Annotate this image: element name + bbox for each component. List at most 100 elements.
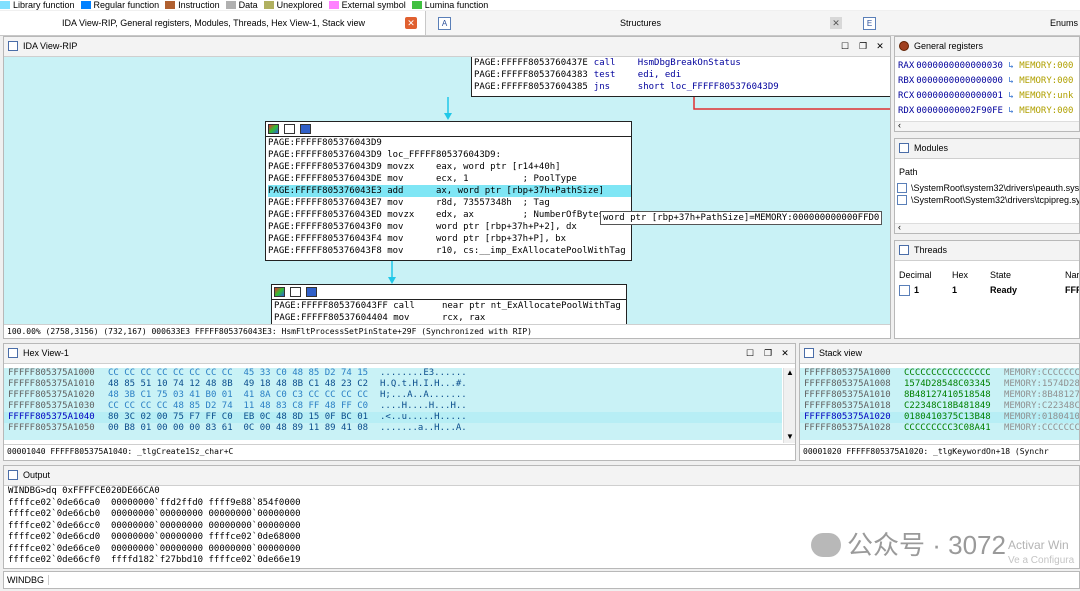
asm-line[interactable]: PAGE:FFFFF805376043E7 mov r8d, 73557348h… [268, 197, 631, 209]
color-icon[interactable] [274, 287, 285, 297]
module-row[interactable]: \SystemRoot\system32\drivers\peauth.sys [897, 182, 1079, 194]
hex-row[interactable]: FFFFF805375A1030 CC CC CC CC 48 85 D2 74 … [4, 401, 782, 412]
asm-line[interactable]: PAGE:FFFFF805376043FF call near ptr nt_E… [274, 300, 626, 312]
stack-row[interactable]: FFFFF805375A1028 CCCCCCCCC3C08A41 MEMORY:C… [800, 423, 1079, 434]
register-value[interactable]: 0000000000000000 [916, 76, 1003, 86]
register-row[interactable]: RDX 00000000002F90FE ↳ MEMORY:000 [895, 104, 1079, 119]
command-label[interactable]: WINDBG [7, 575, 49, 585]
command-input[interactable] [48, 573, 1068, 587]
hex-row[interactable]: FFFFF805375A1000 CC CC CC CC CC CC CC CC … [4, 368, 782, 379]
hex-row[interactable]: FFFFF805375A1040 80 3C 02 00 75 F7 FF C0 … [4, 412, 782, 423]
maximize-icon[interactable]: ☐ [838, 37, 852, 56]
asm-operands: edi, edi [637, 70, 682, 80]
asm-line[interactable]: PAGE:FFFFF805376043D9 [268, 137, 631, 149]
asm-line[interactable]: PAGE:FFFFF8053760437E call HsmDbgBreakOnSt… [474, 57, 890, 69]
stack-row[interactable]: FFFFF805375A1008 1574D28548C03345 MEMORY:1… [800, 379, 1080, 390]
hex-row[interactable]: FFFFF805375A1050 00 B8 01 00 00 00 83 61 … [4, 423, 782, 434]
hex-scrollbar[interactable]: ▲ ▼ [783, 368, 795, 443]
graph-icon[interactable] [306, 287, 318, 297]
registers-scrollbar[interactable]: ‹ [895, 120, 1079, 131]
edit-icon[interactable] [284, 124, 296, 134]
thread-row[interactable]: 1 1 Ready FFFF [895, 284, 1079, 297]
graph-node-bottom[interactable]: PAGE:FFFFF805376043FF call near ptr nt_E… [271, 284, 627, 326]
register-value[interactable]: 00000000002F90FE [916, 106, 1003, 116]
hex-bytes[interactable]: 48 85 51 10 74 12 48 8B 49 18 48 8B C1 4… [108, 379, 380, 390]
operand-tooltip: word ptr [rbp+37h+PathSize]=MEMORY:00000… [600, 211, 883, 225]
module-path: \SystemRoot\System32\drivers\tcpipreg.sy… [911, 195, 1080, 205]
scroll-up-icon[interactable]: ▲ [786, 368, 794, 377]
register-row[interactable]: RCX 0000000000000001 ↳ MEMORY:unk [895, 89, 1079, 104]
threads-col-hex: Hex [952, 270, 969, 280]
tab-enums-label: Enums [1050, 18, 1079, 28]
asm-line[interactable]: PAGE:FFFFF80537604385 jns short loc_FFFFF8… [474, 81, 890, 93]
top-block-lines: PAGE:FFFFF8053760437E call HsmDbgBreakOnSt… [472, 57, 890, 93]
hex-row[interactable]: FFFFF805375A1020 48 3B C1 75 03 41 B0 01 … [4, 390, 782, 401]
tab-structures[interactable]: A Structures ✕ [430, 11, 850, 35]
maximize-icon[interactable]: ☐ [743, 344, 757, 363]
output-log[interactable]: WINDBG>dq 0xFFFFCE020DE66CA0 ffffce02`0de… [8, 486, 788, 568]
hex-bytes[interactable]: 48 3B C1 75 03 41 B0 01 41 8A C0 C3 CC C… [108, 390, 380, 401]
scroll-left-icon[interactable]: ‹ [898, 120, 901, 130]
node-toolbar [272, 285, 626, 300]
stack-ref: MEMORY:1574D285 [1004, 379, 1080, 389]
legend-item: Data [225, 0, 258, 10]
stack-value[interactable]: 0180410375C13B48 [904, 412, 1004, 423]
register-value[interactable]: 0000000000000030 [916, 61, 1003, 71]
stack-row[interactable]: FFFFF805375A1018 C22348C18B481849 MEMORY:C… [800, 401, 1079, 412]
scroll-down-icon[interactable]: ▼ [786, 432, 794, 441]
asm-line[interactable]: PAGE:FFFFF805376043ED movzx edx, ax ; Nu… [268, 209, 631, 221]
graph-canvas[interactable]: PAGE:FFFFF8053760437E call HsmDbgBreakOnSt… [4, 57, 890, 326]
asm-line[interactable]: PAGE:FFFFF805376043D9 loc_FFFFF805376043… [268, 149, 631, 161]
graph-node-mid[interactable]: PAGE:FFFFF805376043D9 PAGE:FFFFF805376043… [265, 121, 632, 261]
close-icon[interactable]: ✕ [873, 37, 887, 56]
tab-enums[interactable]: E Enums [855, 11, 1080, 35]
stack-value[interactable]: 1574D28548C03345 [904, 379, 1004, 390]
stack-row[interactable]: FFFFF805375A1010 8B48127410518548 MEMORY:8… [800, 390, 1079, 401]
close-icon[interactable]: ✕ [405, 17, 417, 29]
asm-line[interactable]: PAGE:FFFFF805376043DE mov ecx, 1 ; PoolT… [268, 173, 631, 185]
graph-node-top[interactable]: PAGE:FFFFF8053760437E call HsmDbgBreakOnSt… [471, 57, 890, 97]
restore-icon[interactable]: ❐ [856, 37, 870, 56]
scroll-left-icon[interactable]: ‹ [898, 222, 901, 232]
restore-icon[interactable]: ❐ [761, 344, 775, 363]
register-name: RDX [898, 106, 915, 116]
asm-line[interactable]: PAGE:FFFFF80537604404 mov rcx, rax [274, 312, 626, 324]
stack-value[interactable]: CCCCCCCCC3C08A41 [904, 423, 1004, 434]
output-line: WINDBG>dq 0xFFFFCE020DE66CA0 [8, 486, 160, 496]
hex-address: FFFFF805375A1020 [8, 390, 95, 400]
stack-row[interactable]: FFFFF805375A1000 CCCCCCCCCCCCCCCC MEMORY:C… [800, 368, 1079, 379]
hex-bytes[interactable]: CC CC CC CC 48 85 D2 74 11 48 83 C8 FF 4… [108, 401, 380, 412]
hex-bytes[interactable]: 80 3C 02 00 75 F7 FF C0 EB 0C 48 8D 15 0… [108, 412, 380, 423]
hex-dump[interactable]: FFFFF805375A1000 CC CC CC CC CC CC CC CC … [4, 368, 782, 440]
tab-main[interactable]: IDA View-RIP, General registers, Modules… [0, 11, 426, 35]
module-row[interactable]: \SystemRoot\System32\drivers\tcpipreg.sy… [897, 194, 1080, 206]
command-bar: WINDBG [3, 571, 1080, 589]
hex-bytes[interactable]: 00 B8 01 00 00 00 83 61 0C 00 48 89 11 8… [108, 423, 380, 434]
edit-icon[interactable] [290, 287, 302, 297]
stack-value[interactable]: 8B48127410518548 [904, 390, 1004, 401]
tab-strip: IDA View-RIP, General registers, Modules… [0, 11, 1080, 36]
register-row[interactable]: RAX 0000000000000030 ↳ MEMORY:000 [895, 59, 1079, 74]
asm-line[interactable]: PAGE:FFFFF805376043F4 mov word ptr [rbp+… [268, 233, 631, 245]
stack-value[interactable]: C22348C18B481849 [904, 401, 1004, 412]
asm-line[interactable]: PAGE:FFFFF805376043F0 mov word ptr [rbp+… [268, 221, 631, 233]
stack-value[interactable]: CCCCCCCCCCCCCCCC [904, 368, 1004, 379]
stack-address: FFFFF805375A1000 [804, 368, 891, 378]
register-row[interactable]: RBX 0000000000000000 ↳ MEMORY:000 [895, 74, 1079, 89]
asm-line[interactable]: PAGE:FFFFF805376043D9 movzx eax, word pt… [268, 161, 631, 173]
stack-row[interactable]: FFFFF805375A1020 0180410375C13B48 MEMORY:0… [800, 412, 1079, 423]
hex-bytes[interactable]: CC CC CC CC CC CC CC CC 45 33 C0 48 85 D… [108, 368, 380, 379]
asm-line[interactable]: PAGE:FFFFF80537604383 test edi, edi [474, 69, 890, 81]
asm-line[interactable]: PAGE:FFFFF805376043E3 add ax, word ptr [… [268, 185, 631, 197]
close-icon[interactable]: ✕ [830, 17, 842, 29]
hex-row[interactable]: FFFFF805375A1010 48 85 51 10 74 12 48 8B … [4, 379, 782, 390]
asm-operands: HsmDbgBreakOnStatus [637, 58, 741, 68]
register-value[interactable]: 0000000000000001 [916, 91, 1003, 101]
modules-scrollbar[interactable]: ‹ [895, 222, 1079, 233]
color-icon[interactable] [268, 124, 279, 134]
hex-view-status: 00001040 FFFFF805375A1040: _tlgCreate1Sz… [4, 444, 795, 459]
stack-list[interactable]: FFFFF805375A1000 CCCCCCCCCCCCCCCC MEMORY:C… [800, 368, 1080, 440]
asm-line[interactable]: PAGE:FFFFF805376043F8 mov r10, cs:__imp_… [268, 245, 631, 257]
close-icon[interactable]: ✕ [778, 344, 792, 363]
graph-icon[interactable] [300, 124, 312, 134]
